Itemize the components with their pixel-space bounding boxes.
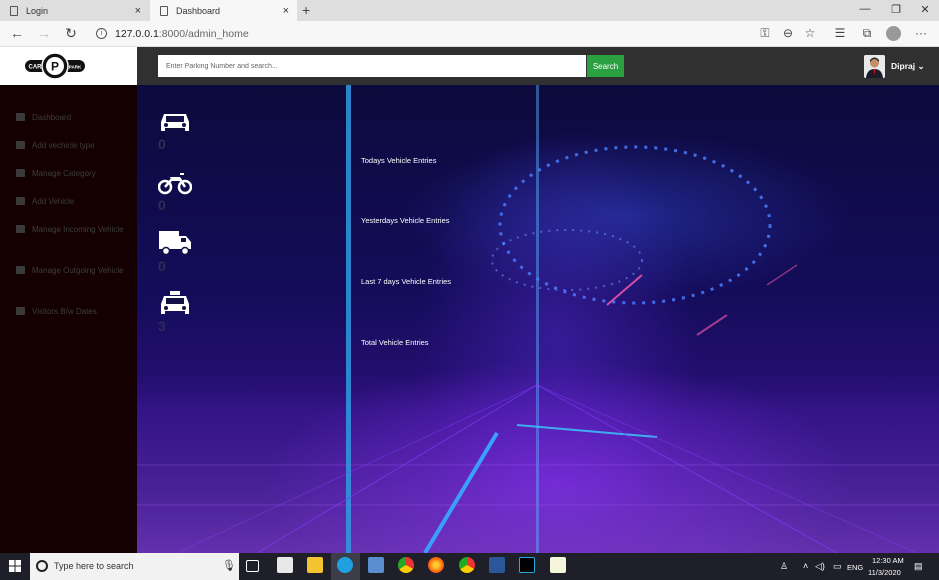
sidebar-item-manage-category[interactable]: Manage Category [16,167,131,180]
car-icon [161,114,189,131]
stat-label-today: Todays Vehicle Entries [361,156,437,165]
network-icon[interactable]: ▭ [833,561,842,572]
tab-title: Dashboard [176,5,221,16]
car-icon [16,266,25,274]
close-tab-icon[interactable]: × [283,5,289,17]
address-bar: ← → ↻ i 127.0.0.1:8000/admin_home ⚿ ⊖ ☆ … [0,21,939,47]
logo-center-text: P [51,60,59,74]
pycharm-icon[interactable] [519,557,535,573]
browser-profile-icon[interactable] [886,26,901,41]
sidebar-item-label: Add vechicle type [32,141,95,150]
chevron-down-icon: ⌄ [917,61,925,71]
stat-label-last-7-days: Last 7 days Vehicle Entries [361,277,452,286]
store-icon[interactable] [277,557,293,573]
user-menu[interactable]: Dipraj ⌄ [891,61,925,72]
sidebar-item-label: Add Vehicle [32,197,75,206]
sidebar-item-manage-outgoing[interactable]: Manage Outgoing Vehicle [16,264,131,277]
sidebar-item-add-vehicle-type[interactable]: Add vechicle type [16,139,131,152]
taskbar-search-box[interactable]: Type here to search 🎙 [30,553,239,580]
favorite-star-icon[interactable]: ☆ [802,26,818,40]
users-icon [16,307,25,315]
parking-search-input[interactable] [158,55,586,77]
more-menu-icon[interactable]: ··· [913,26,929,40]
volume-icon[interactable]: ◁) [815,561,825,572]
logo-right-text: PARK [69,65,82,70]
main-content [137,85,939,553]
sidebar-item-manage-incoming[interactable]: Manage Incoming Vehicle [16,223,131,236]
tab-login[interactable]: Login × [0,0,149,21]
sidebar-item-dashboard[interactable]: Dashboard [16,111,131,124]
task-view-icon[interactable] [246,560,259,572]
stat-count-today: 0 [158,136,166,152]
restore-button[interactable]: ❐ [886,3,906,16]
notepad-icon[interactable] [550,557,566,573]
collections-icon[interactable]: ⧉ [859,26,875,41]
page-icon [10,5,18,16]
favorites-bar-icon[interactable]: ☰ [832,26,848,40]
sidebar-item-label: Manage Category [32,169,96,178]
page-icon [160,5,168,16]
language-indicator[interactable]: ENG [847,563,863,572]
site-info-icon[interactable]: i [96,28,107,39]
car-park-logo[interactable]: P CAR PARK [24,51,86,81]
stat-label-yesterday: Yesterdays Vehicle Entries [361,216,450,225]
sidebar-item-label: Manage Incoming Vehicle [32,225,124,234]
stat-count-last-7-days: 0 [158,258,166,274]
chrome-profile-icon[interactable] [459,557,475,573]
background-artwork [137,85,939,553]
windows-start-icon[interactable] [9,560,21,572]
new-tab-button[interactable]: + [302,2,310,18]
sidebar-item-label: Visitors B/w Dates [32,307,97,316]
url-field[interactable]: 127.0.0.1:8000/admin_home [115,28,249,40]
url-path: :8000/admin_home [158,28,249,40]
url-host: 127.0.0.1 [115,28,159,40]
people-icon[interactable]: ♙ [780,561,788,572]
forward-button[interactable]: → [36,25,52,41]
word-icon[interactable] [489,557,505,573]
logo-left-text: CAR [29,65,43,71]
logo-area: P CAR PARK [0,47,137,85]
clock-date[interactable]: 11/3/2020 [868,568,901,577]
sidebar: Dashboard Add vechicle type Manage Categ… [0,85,137,553]
truck-icon [159,231,191,256]
sidebar-item-label: Dashboard [32,113,72,122]
search-button[interactable]: Search [587,55,624,77]
user-name: Dipraj [891,61,916,71]
notifications-icon[interactable]: ▤ [914,561,923,572]
chevron-up-icon[interactable]: ˄ [803,561,808,571]
file-explorer-icon[interactable] [307,557,323,573]
menu-icon [16,169,25,177]
cortana-icon [36,560,48,572]
taskbar-search-placeholder: Type here to search [54,561,134,571]
close-window-button[interactable]: ✕ [915,3,935,16]
key-icon[interactable]: ⚿ [757,26,773,41]
edge-icon[interactable] [337,557,353,573]
monitor-icon [16,113,25,121]
minimize-button[interactable]: — [855,3,875,15]
sidebar-item-visitors[interactable]: Visitors B/w Dates [16,305,131,318]
back-button[interactable]: ← [9,25,25,41]
motorcycle-icon [158,173,192,195]
refresh-button[interactable]: ↻ [63,25,79,42]
stat-label-total: Total Vehicle Entries [361,338,429,347]
chrome-icon[interactable] [398,557,414,573]
tab-dashboard[interactable]: Dashboard × [150,0,297,21]
close-tab-icon[interactable]: × [135,5,141,17]
stat-count-total: 3 [158,318,166,334]
taxi-icon [161,291,189,314]
avatar[interactable] [864,55,885,78]
microphone-icon[interactable]: 🎙 [222,559,236,572]
firefox-icon[interactable] [428,557,444,573]
car-icon [16,197,25,205]
clock-time[interactable]: 12:30 AM [872,556,904,565]
stat-count-yesterday: 0 [158,197,166,213]
tab-title: Login [26,5,49,16]
car-icon [16,225,25,233]
sidebar-item-add-vehicle[interactable]: Add Vehicle [16,195,131,208]
browser-tab-bar: Login × Dashboard × + — ❐ ✕ [0,0,939,21]
list-icon [16,141,25,149]
mail-icon[interactable] [368,557,384,573]
zoom-icon[interactable]: ⊖ [780,26,796,40]
sidebar-item-label: Manage Outgoing Vehicle [32,266,124,275]
